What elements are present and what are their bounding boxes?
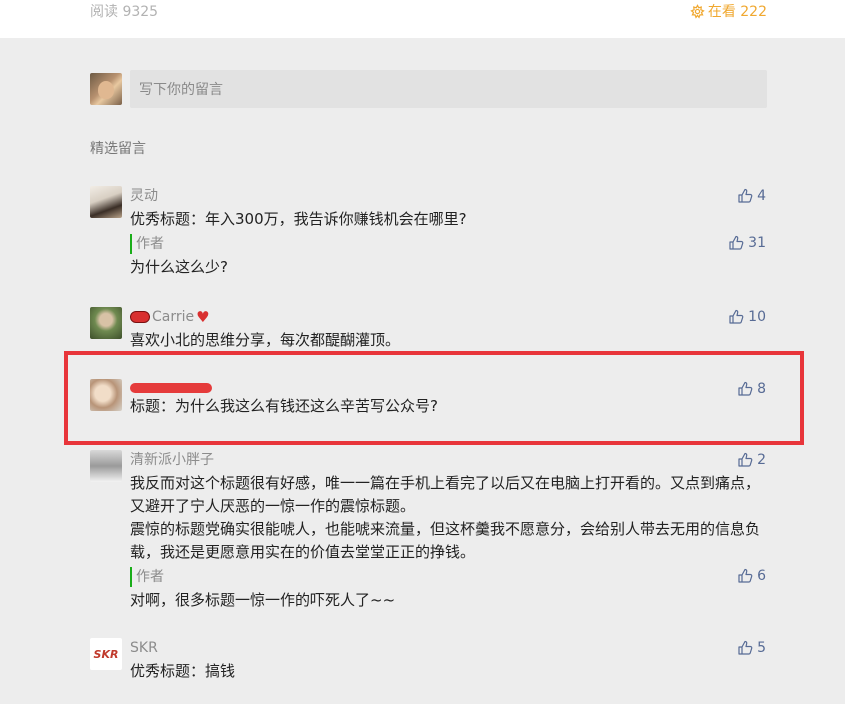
comment-item: 清新派小胖子 我反而对这个标题很有好感，唯一一篇在手机上看完了以后又在电脑上打开… bbox=[90, 450, 770, 610]
like-count: 31 bbox=[748, 235, 766, 251]
avatar bbox=[90, 450, 122, 482]
thumbs-up-icon bbox=[738, 452, 753, 467]
thumbs-up-icon bbox=[738, 640, 753, 655]
article-stats-bar: 阅读 9325 在看 222 bbox=[0, 0, 845, 38]
like-button[interactable]: 6 bbox=[737, 566, 766, 586]
watching-label: 在看 222 bbox=[707, 4, 767, 20]
like-button[interactable]: 2 bbox=[737, 450, 766, 470]
like-button[interactable]: 10 bbox=[728, 307, 766, 327]
watching-icon bbox=[690, 3, 705, 19]
featured-comments-title: 精选留言 bbox=[90, 141, 146, 157]
comment-text-continued: 震惊的标题党确实很能唬人，也能唬来流量，但这杯羹我不愿意分，会给别人带去无用的信… bbox=[130, 520, 761, 561]
thumbs-up-icon bbox=[729, 235, 744, 250]
author-tag: 作者 bbox=[130, 234, 164, 254]
heart-emoji-icon: ♥ bbox=[196, 308, 210, 326]
read-count: 阅读 9325 bbox=[90, 4, 159, 20]
comment-composer: 写下你的留言 bbox=[90, 70, 767, 108]
like-count: 10 bbox=[748, 309, 766, 325]
avatar: SKR bbox=[90, 638, 122, 670]
reply-text: 为什么这么少? bbox=[130, 258, 228, 276]
comment-text: 我反而对这个标题很有好感，唯一一篇在手机上看完了以后又在电脑上打开看的。又点到痛… bbox=[130, 474, 761, 515]
reply-text: 对啊，很多标题一惊一作的吓死人了~~ bbox=[130, 591, 396, 609]
lips-emoji-icon bbox=[130, 311, 150, 323]
author-reply: 作者 为什么这么少? 31 bbox=[130, 233, 770, 279]
comment-input[interactable]: 写下你的留言 bbox=[130, 70, 767, 108]
comment-text: 优秀标题：搞钱 bbox=[130, 662, 236, 680]
comment-nickname: 灵动 bbox=[130, 188, 158, 204]
author-tag: 作者 bbox=[130, 567, 164, 587]
like-button[interactable]: 4 bbox=[737, 186, 766, 206]
like-count: 2 bbox=[757, 452, 766, 468]
avatar bbox=[90, 307, 122, 339]
like-button[interactable]: 31 bbox=[728, 233, 766, 253]
comment-nickname: SKR bbox=[130, 640, 158, 656]
highlight-box bbox=[64, 351, 804, 445]
comment-nickname: 清新派小胖子 bbox=[130, 452, 214, 468]
thumbs-up-icon bbox=[738, 568, 753, 583]
comment-item: 灵动 优秀标题：年入300万，我告诉你赚钱机会在哪里? 作者 为什么这么少? 3… bbox=[90, 186, 770, 286]
like-count: 5 bbox=[757, 640, 766, 656]
thumbs-up-icon bbox=[738, 188, 753, 203]
avatar bbox=[90, 73, 122, 105]
comment-text: 优秀标题：年入300万，我告诉你赚钱机会在哪里? bbox=[130, 210, 467, 228]
like-button[interactable]: 5 bbox=[737, 638, 766, 658]
comment-item: SKR SKR 优秀标题：搞钱 5 bbox=[90, 638, 770, 688]
comment-item: Carrie ♥ 喜欢小北的思维分享，每次都醍醐灌顶。 10 bbox=[90, 307, 770, 353]
comment-nickname: Carrie bbox=[152, 309, 195, 325]
avatar bbox=[90, 186, 122, 218]
comment-text: 喜欢小北的思维分享，每次都醍醐灌顶。 bbox=[130, 331, 401, 349]
like-count: 6 bbox=[757, 568, 766, 584]
watching-button[interactable]: 在看 222 bbox=[690, 1, 767, 21]
thumbs-up-icon bbox=[729, 309, 744, 324]
comment-nickname-row: Carrie ♥ bbox=[130, 307, 770, 327]
like-count: 4 bbox=[757, 188, 766, 204]
author-reply: 作者 对啊，很多标题一惊一作的吓死人了~~ 6 bbox=[130, 566, 770, 612]
